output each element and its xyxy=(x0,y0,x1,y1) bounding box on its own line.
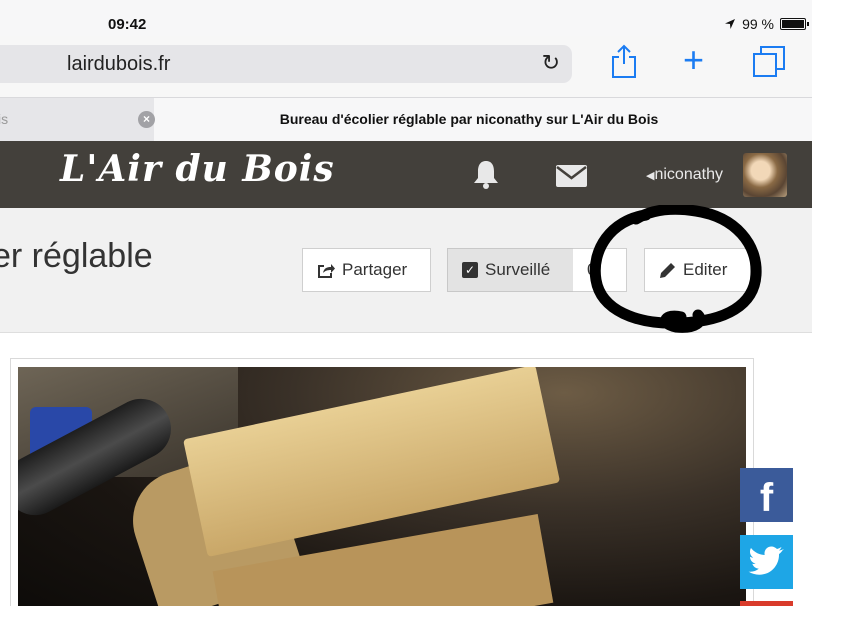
content-area xyxy=(0,333,812,606)
edit-button[interactable]: Editer xyxy=(644,248,751,292)
check-square-icon: ✓ xyxy=(462,262,478,278)
title-band: er réglable Partager ✓ Surveillé 0 Edite… xyxy=(0,208,812,333)
watch-label: Surveillé xyxy=(485,260,551,279)
watch-button[interactable]: ✓ Surveillé xyxy=(447,248,574,292)
share-icon[interactable] xyxy=(611,44,637,78)
share-square-icon xyxy=(318,263,335,278)
reload-icon[interactable]: ↻ xyxy=(542,50,560,76)
photo-card xyxy=(10,358,754,606)
location-arrow-icon xyxy=(725,19,736,29)
user-menu[interactable]: ◀niconathy xyxy=(646,166,723,184)
share-label: Partager xyxy=(342,260,408,279)
tabs-overview-icon[interactable] xyxy=(752,44,786,78)
edit-label: Editer xyxy=(683,260,728,279)
page-title: er réglable xyxy=(0,237,153,275)
ipad-screen: 09:42 99 % lairdubois.fr ↻ + is × Bureau… xyxy=(0,0,812,606)
username: niconathy xyxy=(654,166,723,183)
url-text: lairdubois.fr xyxy=(67,53,171,75)
tab-inactive[interactable]: is × xyxy=(0,98,155,142)
battery-icon xyxy=(780,18,809,30)
tab-inactive-label: is xyxy=(0,111,9,127)
battery-percent: 99 % xyxy=(742,16,774,32)
twitter-bird-icon xyxy=(748,546,784,575)
site-logo[interactable]: L'Air du Bois xyxy=(60,148,335,190)
site-header: L'Air du Bois ◀niconathy xyxy=(0,141,812,208)
envelope-icon[interactable] xyxy=(556,165,587,187)
facebook-share-button[interactable]: f xyxy=(740,468,793,522)
share-button[interactable]: Partager xyxy=(302,248,431,292)
status-time-text: 09:42 xyxy=(108,16,147,33)
avatar[interactable] xyxy=(743,153,787,197)
status-right: 99 % xyxy=(724,16,809,32)
watch-count[interactable]: 0 xyxy=(573,248,627,292)
status-bar: 09:42 99 % xyxy=(0,0,812,36)
tab-strip: is × Bureau d'écolier réglable par nicon… xyxy=(0,97,812,142)
twitter-share-button[interactable] xyxy=(740,535,793,589)
tab-close-icon[interactable]: × xyxy=(138,111,155,128)
address-bar[interactable]: lairdubois.fr ↻ xyxy=(0,45,572,83)
pinterest-share-button[interactable] xyxy=(740,601,793,606)
pencil-icon xyxy=(660,262,675,278)
new-tab-icon[interactable]: + xyxy=(683,42,704,78)
project-photo[interactable] xyxy=(18,367,746,606)
bell-icon[interactable] xyxy=(472,159,500,189)
facebook-icon: f xyxy=(759,476,774,520)
watch-count-value: 0 xyxy=(587,260,597,279)
tab-active-label[interactable]: Bureau d'écolier réglable par niconathy … xyxy=(154,111,784,127)
